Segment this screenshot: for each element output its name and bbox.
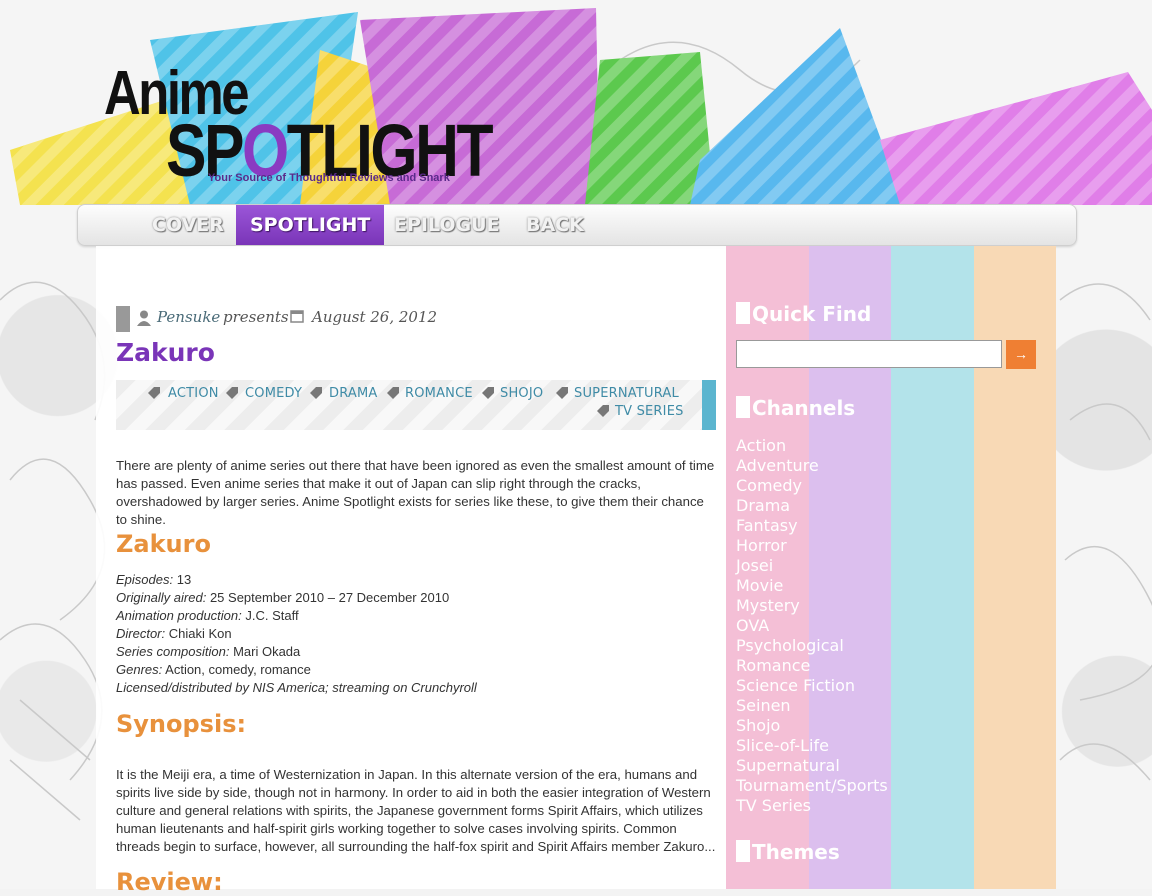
- themes-heading: Themes: [736, 840, 840, 866]
- post-presents: presents: [223, 308, 289, 326]
- tag-bar-accent: [702, 380, 716, 430]
- tag-icon: [482, 387, 494, 399]
- post-title[interactable]: Zakuro: [116, 338, 215, 367]
- tag-drama[interactable]: DRAMA: [329, 386, 378, 401]
- synopsis-paragraph: It is the Meiji era, a time of Westerniz…: [116, 767, 716, 854]
- detail-row: Director: Chiaki Kon: [116, 626, 232, 641]
- tag-tv-series[interactable]: TV SERIES: [615, 404, 684, 419]
- sidebar: Quick Find → Channels Action Adventure C…: [726, 246, 1056, 889]
- channel-mystery[interactable]: Mystery: [736, 596, 888, 616]
- detail-row: Animation production: J.C. Staff: [116, 608, 299, 623]
- tag-supernatural[interactable]: SUPERNATURAL: [574, 386, 679, 401]
- detail-row: Series composition: Mari Okada: [116, 644, 301, 659]
- site-tagline: Your Source of Thoughtful Reviews and Sn…: [208, 172, 450, 184]
- review-heading: Review:: [116, 868, 223, 896]
- channel-slice-of-life[interactable]: Slice-of-Life: [736, 736, 888, 756]
- channel-fantasy[interactable]: Fantasy: [736, 516, 888, 536]
- site-logo[interactable]: Anime SPOTLIGHT Your Source of Thoughtfu…: [104, 58, 504, 198]
- channel-seinen[interactable]: Seinen: [736, 696, 888, 716]
- series-details: Episodes: 13 Originally aired: 25 Septem…: [116, 571, 716, 697]
- channel-ova[interactable]: OVA: [736, 616, 888, 636]
- synopsis-heading: Synopsis:: [116, 710, 247, 738]
- channel-drama[interactable]: Drama: [736, 496, 888, 516]
- meta-bar: [116, 306, 130, 332]
- detail-row: Genres: Action, comedy, romance: [116, 662, 311, 677]
- tag-icon: [387, 387, 399, 399]
- tag-icon: [226, 387, 238, 399]
- channel-tournament-sports[interactable]: Tournament/Sports: [736, 776, 888, 796]
- nav-cover[interactable]: COVER: [152, 205, 224, 245]
- tag-comedy[interactable]: COMEDY: [245, 386, 302, 401]
- post-content: Pensuke presents August 26, 2012 Zakuro …: [96, 246, 726, 896]
- post-author[interactable]: Pensuke: [157, 308, 220, 326]
- channel-shojo[interactable]: Shojo: [736, 716, 888, 736]
- tag-romance[interactable]: ROMANCE: [405, 386, 473, 401]
- channel-movie[interactable]: Movie: [736, 576, 888, 596]
- channel-list: Action Adventure Comedy Drama Fantasy Ho…: [736, 436, 888, 816]
- tag-bar: ACTION COMEDY DRAMA ROMANCE SHOJO SUPERN…: [116, 380, 716, 430]
- tag-shojo[interactable]: SHOJO: [500, 386, 543, 401]
- post-date: August 26, 2012: [312, 308, 438, 326]
- channel-horror[interactable]: Horror: [736, 536, 888, 556]
- channel-adventure[interactable]: Adventure: [736, 456, 888, 476]
- tag-icon: [310, 387, 322, 399]
- channel-josei[interactable]: Josei: [736, 556, 888, 576]
- tag-icon: [556, 387, 568, 399]
- tag-action[interactable]: ACTION: [168, 386, 219, 401]
- channel-tv-series[interactable]: TV Series: [736, 796, 888, 816]
- channel-psychological[interactable]: Psychological: [736, 636, 888, 656]
- detail-row: Episodes: 13: [116, 572, 192, 587]
- series-heading: Zakuro: [116, 530, 211, 558]
- tag-icon: [597, 405, 609, 417]
- user-icon: [137, 310, 151, 326]
- site-header: Anime SPOTLIGHT Your Source of Thoughtfu…: [0, 0, 1152, 210]
- search-input[interactable]: [736, 340, 1002, 368]
- quick-find-heading: Quick Find: [736, 302, 871, 328]
- tag-icon: [148, 387, 160, 399]
- channel-comedy[interactable]: Comedy: [736, 476, 888, 496]
- license-line: Licensed/distributed by NIS America; str…: [116, 680, 477, 695]
- detail-row: Originally aired: 25 September 2010 – 27…: [116, 590, 450, 605]
- nav-spotlight[interactable]: SPOTLIGHT: [236, 205, 385, 245]
- channel-science-fiction[interactable]: Science Fiction: [736, 676, 888, 696]
- main-nav: COVER SPOTLIGHT EPILOGUE BACK: [77, 204, 1077, 246]
- channel-supernatural[interactable]: Supernatural: [736, 756, 888, 776]
- channel-action[interactable]: Action: [736, 436, 888, 456]
- nav-epilogue[interactable]: EPILOGUE: [394, 205, 500, 245]
- nav-back[interactable]: BACK: [526, 205, 584, 245]
- calendar-icon: [290, 310, 304, 323]
- channel-romance[interactable]: Romance: [736, 656, 888, 676]
- search-button[interactable]: →: [1006, 340, 1036, 369]
- intro-paragraph: There are plenty of anime series out the…: [116, 458, 715, 527]
- channels-heading: Channels: [736, 396, 855, 422]
